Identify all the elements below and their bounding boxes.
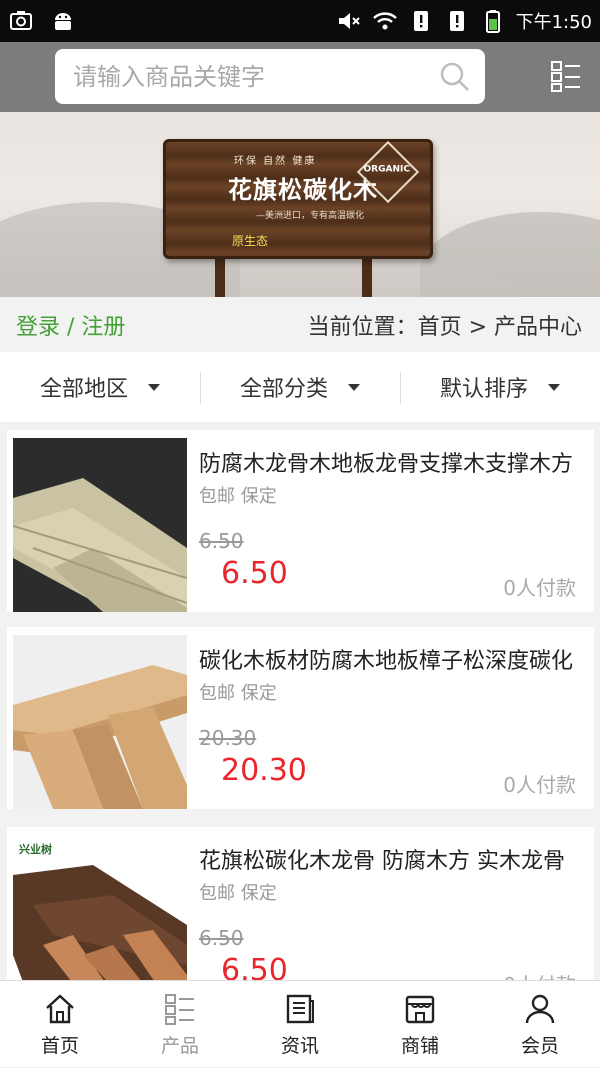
product-price: 6.50 [221, 953, 288, 980]
search-input[interactable] [55, 49, 415, 104]
current-position: 当前位置：首页 > 产品中心 [307, 315, 582, 340]
status-left-icons [8, 8, 76, 34]
filter-category[interactable]: 全部分类 [200, 352, 400, 422]
search-icon[interactable] [439, 61, 471, 93]
sign-post [215, 257, 225, 297]
filter-region[interactable]: 全部地区 [0, 352, 200, 422]
category-menu-icon[interactable] [550, 60, 582, 92]
tab-member[interactable]: 会员 [480, 981, 600, 1068]
tab-label: 会员 [520, 1035, 559, 1057]
status-time: 下午1:50 [515, 12, 592, 33]
product-title[interactable]: 花旗松碳化木龙骨 防腐木方 实木龙骨 [199, 843, 579, 875]
caret-down-icon [348, 383, 360, 391]
product-card[interactable]: 兴业树 花旗松碳化木龙骨 防腐木方 实木龙骨 包邮 保定 6.50 6.50 0… [7, 827, 594, 980]
tab-label: 商铺 [400, 1035, 439, 1057]
product-payments: 0人付款 [503, 773, 576, 797]
filter-bar: 全部地区 全部分类 默认排序 [0, 352, 600, 422]
promo-banner[interactable]: 环保 自然 健康 花旗松碳化木 —美洲进口，专有高温碳化 原生态 ORGANIC [0, 112, 600, 297]
tab-news[interactable]: 资讯 [240, 981, 360, 1068]
product-shipping: 包邮 保定 [199, 486, 277, 507]
filter-label: 默认排序 [439, 377, 528, 402]
news-icon [286, 994, 314, 1024]
status-bar: 下午1:50 [0, 0, 600, 42]
product-original-price: 20.30 [199, 726, 257, 750]
banner-tag: 原生态 [232, 234, 269, 248]
caret-down-icon [148, 383, 160, 391]
login-register-link[interactable]: 登录 / 注册 [16, 309, 125, 341]
filter-sort[interactable]: 默认排序 [400, 352, 600, 422]
banner-small-tags: 环保 自然 健康 [234, 156, 317, 167]
tab-label: 首页 [40, 1035, 79, 1057]
breadcrumb: 登录 / 注册 当前位置：首页 > 产品中心 [0, 297, 600, 352]
sim-alert-icon-2 [449, 11, 464, 31]
tab-home[interactable]: 首页 [0, 981, 120, 1068]
screenshot-icon [10, 11, 32, 30]
product-shipping: 包邮 保定 [199, 883, 277, 904]
bottom-tab-bar: 首页 产品 资讯 商铺 会员 [0, 980, 600, 1067]
tab-label: 产品 [160, 1035, 199, 1057]
product-payments: 0人付款 [503, 969, 576, 980]
sim-alert-icon [413, 11, 428, 31]
store-icon [405, 995, 435, 1024]
brand-logo: 兴业树 [19, 843, 52, 856]
product-image[interactable] [13, 635, 187, 809]
product-original-price: 6.50 [199, 529, 244, 553]
product-price: 6.50 [221, 556, 288, 591]
product-price: 20.30 [221, 753, 307, 788]
product-original-price: 6.50 [199, 926, 244, 950]
product-image[interactable]: 兴业树 [13, 835, 187, 980]
sign-post [362, 257, 372, 297]
battery-icon [485, 10, 500, 33]
product-card[interactable]: 防腐木龙骨木地板龙骨支撑木支撑木方 包邮 保定 6.50 6.50 0人付款 [7, 430, 594, 612]
search-header [0, 42, 600, 112]
banner-title: 花旗松碳化木 [228, 176, 378, 204]
tab-store[interactable]: 商铺 [360, 981, 480, 1068]
user-icon [525, 994, 555, 1024]
caret-down-icon [548, 383, 560, 391]
product-list[interactable]: 防腐木龙骨木地板龙骨支撑木支撑木方 包邮 保定 6.50 6.50 0人付款 碳… [0, 422, 600, 980]
mute-icon [338, 13, 360, 29]
filter-label: 全部地区 [39, 377, 128, 402]
wifi-icon [372, 12, 397, 30]
status-right-icons: 下午1:50 [336, 8, 592, 34]
product-image[interactable] [13, 438, 187, 612]
home-icon [46, 994, 74, 1024]
product-payments: 0人付款 [503, 576, 576, 600]
product-title[interactable]: 碳化木板材防腐木地板樟子松深度碳化 [199, 643, 579, 675]
android-icon [55, 13, 71, 30]
banner-wooden-sign: 环保 自然 健康 花旗松碳化木 —美洲进口，专有高温碳化 原生态 ORGANIC [163, 139, 433, 259]
filter-label: 全部分类 [239, 377, 328, 402]
tab-products[interactable]: 产品 [120, 981, 240, 1068]
product-card[interactable]: 碳化木板材防腐木地板樟子松深度碳化 包邮 保定 20.30 20.30 0人付款 [7, 627, 594, 809]
banner-subtitle: —美洲进口，专有高温碳化 [256, 211, 365, 221]
search-box[interactable] [55, 49, 485, 104]
tab-label: 资讯 [280, 1035, 319, 1057]
product-shipping: 包邮 保定 [199, 683, 277, 704]
grid-list-icon [165, 994, 194, 1025]
product-title[interactable]: 防腐木龙骨木地板龙骨支撑木支撑木方 [199, 446, 579, 478]
